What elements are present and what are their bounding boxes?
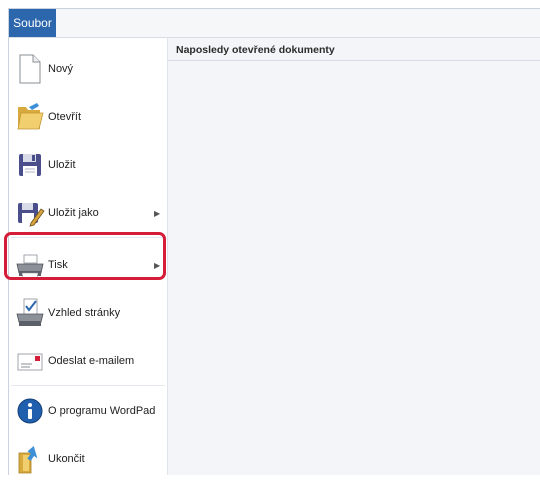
recent-documents-panel: Naposledy otevřené dokumenty — [168, 38, 540, 475]
menu-item-send-email[interactable]: Odeslat e-mailem — [9, 337, 167, 385]
menu-item-save-as[interactable]: Uložit jako ▶ — [9, 189, 167, 237]
menu-item-label: Uložit — [48, 159, 76, 171]
print-highlight-frame — [4, 232, 166, 280]
exit-icon — [15, 443, 45, 475]
email-icon — [15, 345, 45, 377]
menu-item-about[interactable]: O programu WordPad — [9, 387, 167, 435]
menu-item-label: Ukončit — [48, 453, 85, 465]
page-setup-icon — [15, 297, 45, 329]
save-icon — [15, 149, 45, 181]
menu-separator — [11, 385, 165, 386]
menu-item-page-setup[interactable]: Vzhled stránky — [9, 289, 167, 337]
menu-item-label: Odeslat e-mailem — [48, 355, 135, 367]
new-document-icon — [15, 53, 45, 85]
menu-item-label: Vzhled stránky — [48, 307, 121, 319]
ribbon-bar: Soubor — [9, 9, 540, 38]
menu-item-label: O programu WordPad — [48, 405, 156, 417]
menu-item-label: Otevřít — [48, 111, 82, 123]
menu-item-exit[interactable]: Ukončit — [9, 435, 167, 483]
menu-item-save[interactable]: Uložit — [9, 141, 167, 189]
file-tab[interactable]: Soubor — [9, 9, 56, 37]
about-info-icon — [15, 395, 45, 427]
recent-documents-divider — [168, 60, 540, 61]
menu-item-new[interactable]: Nový — [9, 45, 167, 93]
recent-documents-title: Naposledy otevřené dokumenty — [176, 44, 335, 56]
menu-item-open[interactable]: Otevřít — [9, 93, 167, 141]
submenu-arrow-icon: ▶ — [154, 208, 161, 218]
save-as-icon — [15, 197, 45, 229]
menu-item-label: Nový — [48, 63, 74, 75]
open-folder-icon — [15, 101, 45, 133]
menu-item-label: Uložit jako — [48, 207, 99, 219]
